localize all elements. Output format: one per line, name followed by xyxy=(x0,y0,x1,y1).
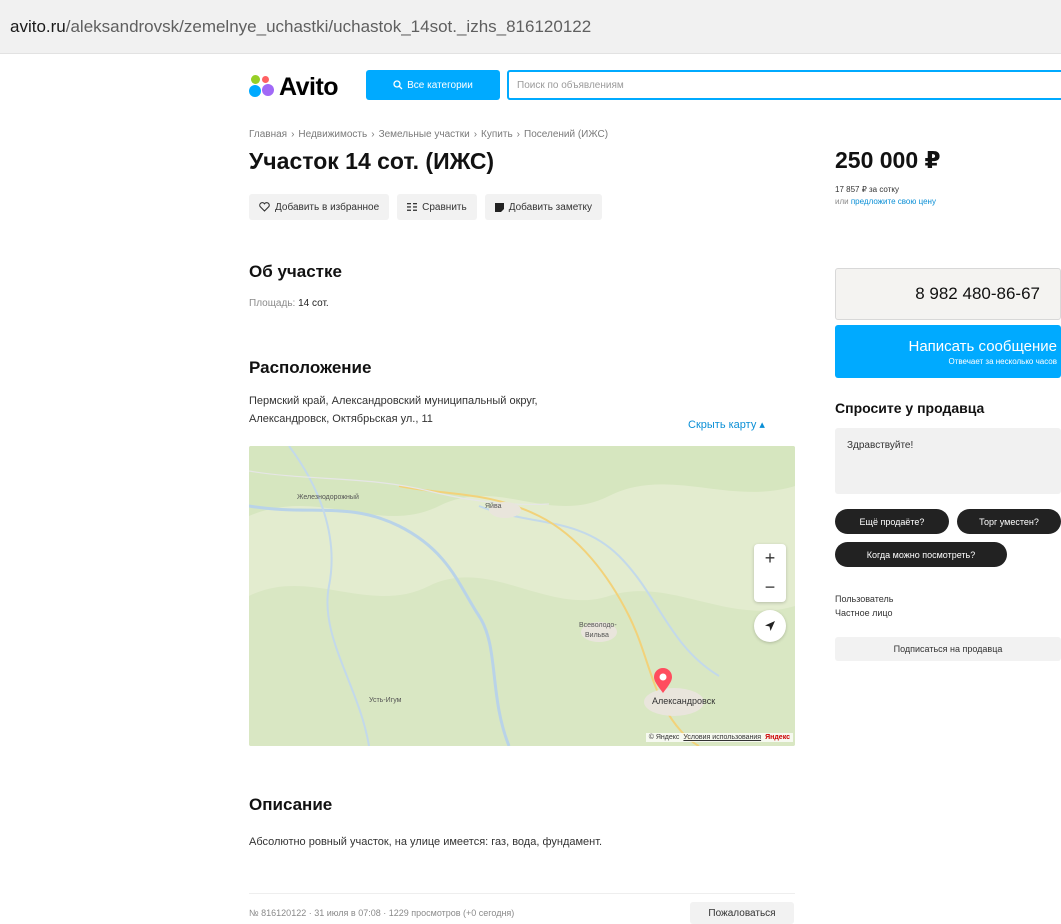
zoom-in-button[interactable]: + xyxy=(765,548,776,569)
compare-button[interactable]: Сравнить xyxy=(397,194,477,220)
map-place-vsevolodo: Всеволодо- xyxy=(579,622,617,629)
response-time: Отвечает за несколько часов xyxy=(948,356,1058,366)
zoom-out-button[interactable]: − xyxy=(765,577,776,598)
area-value: 14 сот. xyxy=(298,298,329,309)
seller-info: Пользователь Частное лицо xyxy=(835,592,893,620)
add-to-favorites-button[interactable]: Добавить в избранное xyxy=(249,194,390,220)
write-message-button[interactable]: Написать сообщение Отвечает за несколько… xyxy=(835,325,1061,378)
map-place-zheleznodorozhny: Железнодорожный xyxy=(297,494,359,501)
breadcrumb-realty[interactable]: Недвижимость xyxy=(298,129,367,140)
map-place-ust-igum: Усть-Игум xyxy=(369,697,402,704)
breadcrumb-land[interactable]: Земельные участки xyxy=(379,129,470,140)
map-copyright-text: © Яндекс xyxy=(648,734,680,741)
description-heading: Описание xyxy=(249,795,333,814)
compare-label: Сравнить xyxy=(422,201,467,213)
price-per-sotka: 17 857 ₽ за сотку xyxy=(835,185,899,194)
subscribe-seller-button[interactable]: Подписаться на продавца xyxy=(835,637,1061,661)
breadcrumb-separator: › xyxy=(371,129,375,140)
quick-question-when-view[interactable]: Когда можно посмотреть? xyxy=(835,542,1007,567)
compare-icon xyxy=(407,203,418,211)
map-place-vilva: Вильва xyxy=(585,632,609,639)
show-phone-button[interactable]: 8 982 480-86-67 xyxy=(835,268,1061,320)
area-row: Площадь: 14 сот. xyxy=(249,298,329,309)
heart-icon xyxy=(259,202,270,212)
avito-logo-icon xyxy=(249,75,275,99)
offer-price: или предложите свою цену xyxy=(835,197,936,206)
seller-type: Частное лицо xyxy=(835,608,893,618)
address-line-2: Александровск, Октябрьская ул., 11 xyxy=(249,413,433,425)
all-categories-button[interactable]: Все категории xyxy=(366,70,500,100)
map-pin-icon[interactable] xyxy=(653,668,673,694)
map-place-aleksandrovsk: Александровск xyxy=(652,696,716,706)
listing-actions: Добавить в избранное Сравнить Добавить з… xyxy=(249,194,602,220)
area-label: Площадь: xyxy=(249,298,296,309)
address-line-1: Пермский край, Александровский муниципал… xyxy=(249,395,538,407)
quick-question-still-selling[interactable]: Ещё продаёте? xyxy=(835,509,949,534)
note-icon xyxy=(494,202,504,212)
listing-meta: № 816120122 · 31 июля в 07:08 · 1229 про… xyxy=(249,908,515,918)
map-place-yayva: Яйва xyxy=(485,503,502,510)
description-text: Абсолютно ровный участок, на улице имеет… xyxy=(249,836,603,848)
offer-prefix: или xyxy=(835,197,849,206)
write-message-label: Написать сообщение xyxy=(908,337,1057,355)
all-categories-label: Все категории xyxy=(407,79,473,91)
seller-role: Пользователь xyxy=(835,594,894,604)
url-text[interactable]: avito.ru/aleksandrovsk/zemelnye_uchastki… xyxy=(10,17,591,37)
search-icon xyxy=(393,80,403,90)
add-note-label: Добавить заметку xyxy=(508,201,592,213)
location-map[interactable]: Железнодорожный Яйва Всеволодо- Вильва У… xyxy=(249,446,795,746)
ask-seller-input[interactable]: Здравствуйте! xyxy=(835,428,1061,494)
yandex-brand[interactable]: Яндекс xyxy=(765,734,790,741)
breadcrumb-separator: › xyxy=(473,129,478,140)
breadcrumb-home[interactable]: Главная xyxy=(249,129,287,140)
complain-button[interactable]: Пожаловаться xyxy=(690,902,794,924)
hide-map-link[interactable]: Скрыть карту ▴ xyxy=(688,418,765,431)
logo-text: Avito xyxy=(279,72,339,101)
quick-question-bargain[interactable]: Торг уместен? xyxy=(957,509,1061,534)
location-heading: Расположение xyxy=(249,358,372,377)
navigation-arrow-icon xyxy=(765,621,775,631)
avito-logo[interactable]: Avito xyxy=(249,72,339,102)
ask-seller-heading: Спросите у продавца xyxy=(835,400,985,416)
geolocation-button[interactable] xyxy=(754,610,786,642)
footer-divider xyxy=(249,893,795,894)
breadcrumb-izhs[interactable]: Поселений (ИЖС) xyxy=(524,129,608,140)
breadcrumb-buy[interactable]: Купить xyxy=(481,129,513,140)
price: 250 000 ₽ xyxy=(835,147,941,173)
breadcrumb-separator: › xyxy=(516,129,520,140)
page-title: Участок 14 сот. (ИЖС) xyxy=(249,148,495,174)
add-note-button[interactable]: Добавить заметку xyxy=(484,194,602,220)
map-copyright: © Яндекс Условия использования Яндекс xyxy=(645,733,793,742)
browser-address-bar[interactable]: avito.ru/aleksandrovsk/zemelnye_uchastki… xyxy=(0,0,1061,54)
address: Пермский край, Александровский муниципал… xyxy=(249,392,649,428)
breadcrumb: Главная › Недвижимость › Земельные участ… xyxy=(249,129,608,140)
search-input[interactable] xyxy=(507,70,1061,100)
about-heading: Об участке xyxy=(249,262,342,281)
offer-price-link[interactable]: предложите свою цену xyxy=(851,197,936,206)
add-to-favorites-label: Добавить в избранное xyxy=(275,201,380,213)
map-zoom-controls: + − xyxy=(754,544,786,602)
breadcrumb-separator: › xyxy=(291,129,295,140)
map-terms-link[interactable]: Условия использования xyxy=(683,734,761,741)
